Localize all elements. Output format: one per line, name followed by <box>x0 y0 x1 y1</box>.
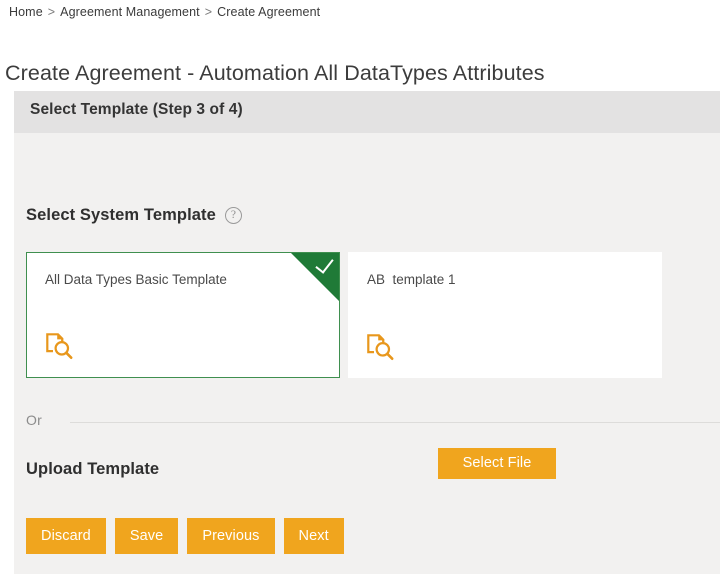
or-label: Or <box>26 412 54 428</box>
question-mark-circle-icon[interactable]: ? <box>225 207 242 224</box>
breadcrumb-item-agreement-management[interactable]: Agreement Management <box>60 5 200 19</box>
next-button[interactable]: Next <box>284 518 344 554</box>
template-card-title: All Data Types Basic Template <box>45 272 227 287</box>
document-preview-icon[interactable] <box>44 331 74 361</box>
select-file-button[interactable]: Select File <box>438 448 556 479</box>
content-panel: Select System Template ? All Data Types … <box>14 133 720 574</box>
template-card-list: All Data Types Basic Template AB templat… <box>26 252 662 378</box>
divider-line <box>70 422 720 423</box>
step-header-band: Select Template (Step 3 of 4) <box>14 91 720 133</box>
breadcrumb-separator: > <box>205 5 212 19</box>
discard-button[interactable]: Discard <box>26 518 106 554</box>
document-preview-icon[interactable] <box>365 332 395 362</box>
breadcrumb-separator: > <box>48 5 55 19</box>
section-heading-label: Select System Template <box>26 206 216 225</box>
breadcrumb: Home > Agreement Management > Create Agreeme… <box>9 5 320 19</box>
step-header-title: Select Template (Step 3 of 4) <box>30 101 243 119</box>
save-button[interactable]: Save <box>115 518 178 554</box>
or-divider: Or <box>26 412 720 432</box>
breadcrumb-item-create-agreement[interactable]: Create Agreement <box>217 5 320 19</box>
select-system-template-heading: Select System Template ? <box>26 206 242 225</box>
template-card-selected[interactable]: All Data Types Basic Template <box>26 252 340 378</box>
template-card-title: AB template 1 <box>367 272 456 287</box>
breadcrumb-item-home[interactable]: Home <box>9 5 43 19</box>
upload-template-label: Upload Template <box>26 460 159 479</box>
previous-button[interactable]: Previous <box>187 518 274 554</box>
page-title: Create Agreement - Automation All DataTy… <box>5 61 545 86</box>
template-card[interactable]: AB template 1 <box>348 252 662 378</box>
footer-button-group: Discard Save Previous Next <box>26 518 344 554</box>
